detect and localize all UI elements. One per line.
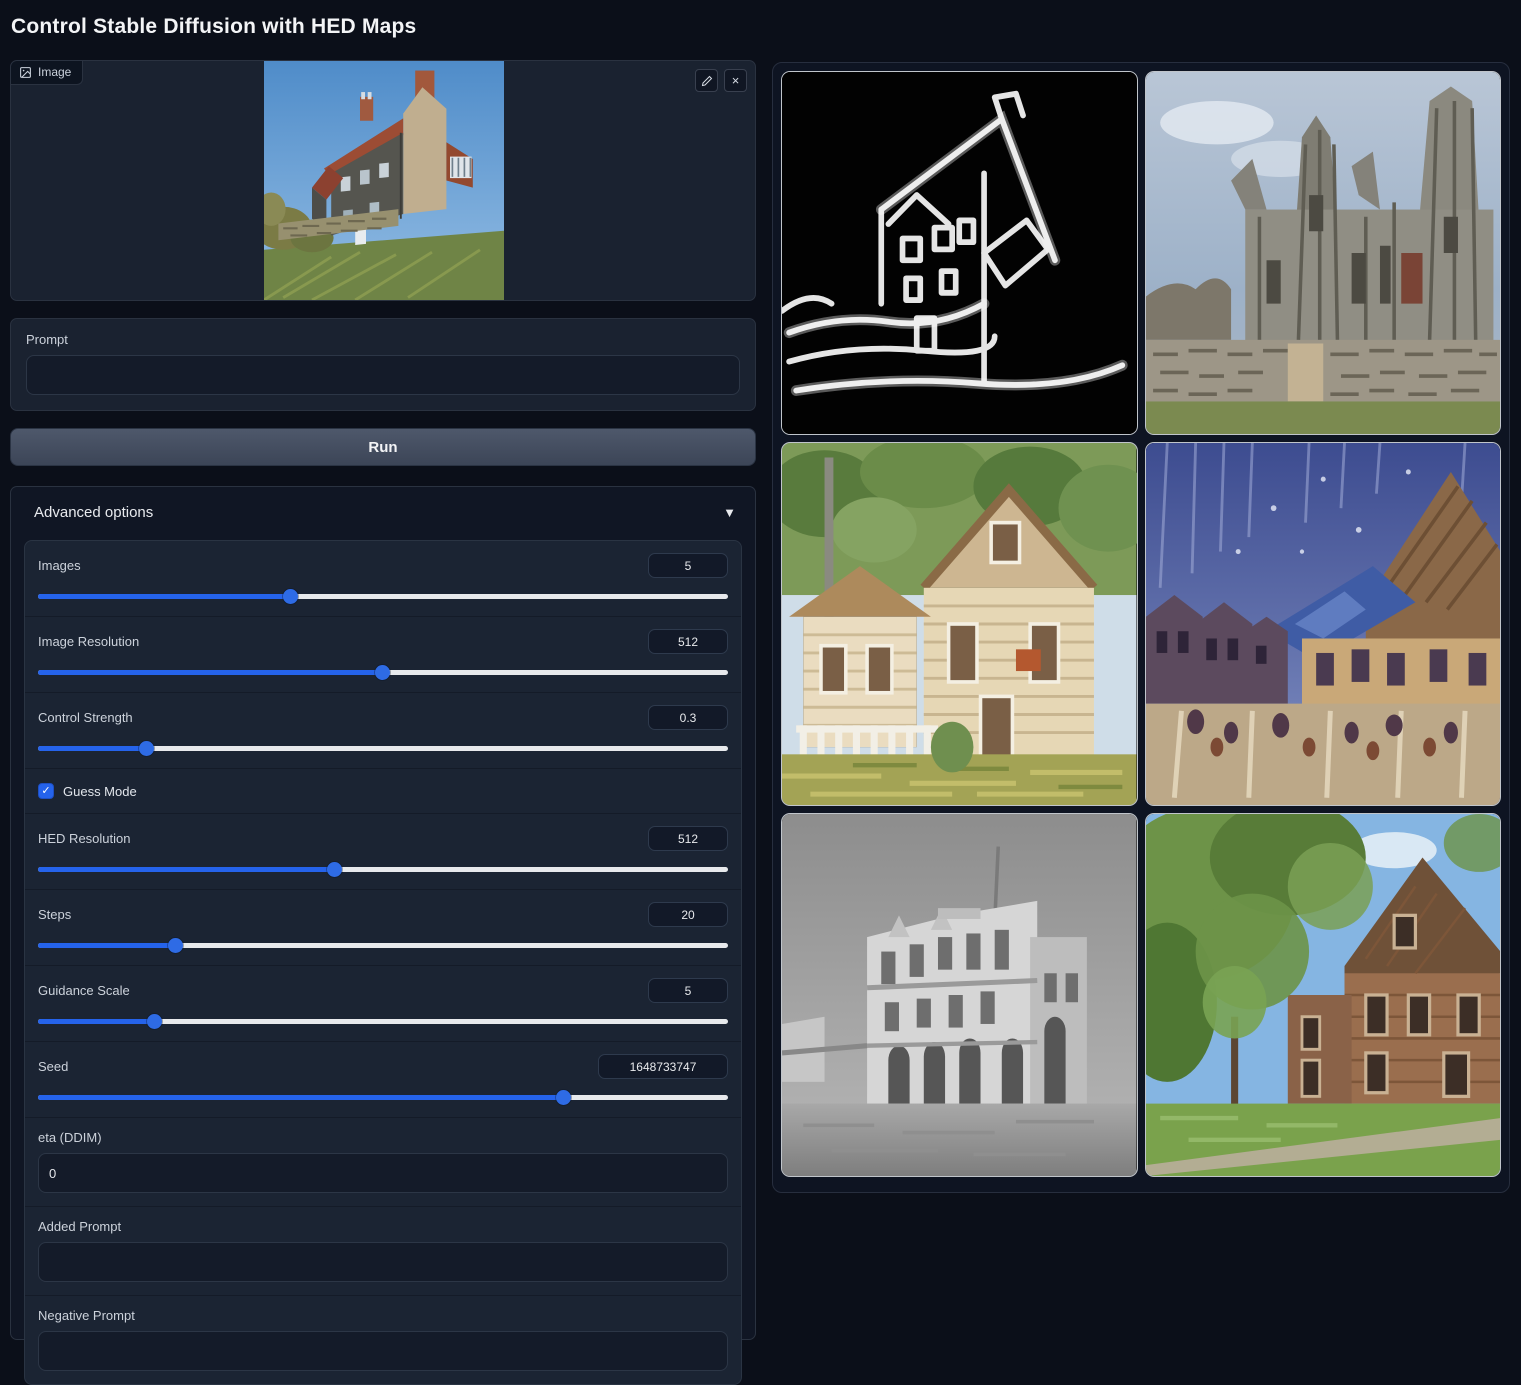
added-prompt-row: Added Prompt bbox=[25, 1207, 741, 1296]
slider-row-image-resolution: Image Resolution bbox=[25, 617, 741, 693]
hed-resolution-slider[interactable] bbox=[38, 862, 728, 876]
gallery-item-grayscale-building[interactable] bbox=[781, 813, 1138, 1177]
guess-mode-row: ✓ Guess Mode bbox=[25, 769, 741, 814]
slider-label: Image Resolution bbox=[38, 634, 139, 649]
advanced-options-title: Advanced options bbox=[34, 504, 153, 521]
eta-label: eta (DDIM) bbox=[38, 1130, 728, 1145]
slider-handle[interactable] bbox=[327, 862, 342, 877]
guess-mode-checkbox[interactable]: ✓ bbox=[38, 783, 54, 799]
slider-label: Images bbox=[38, 558, 81, 573]
eta-row: eta (DDIM) bbox=[25, 1118, 741, 1207]
slider-handle[interactable] bbox=[139, 741, 154, 756]
slider-handle[interactable] bbox=[147, 1014, 162, 1029]
slider-row-seed: Seed bbox=[25, 1042, 741, 1118]
gallery-item-hed-edge-map[interactable] bbox=[781, 71, 1138, 435]
edit-icon bbox=[701, 75, 713, 87]
gallery-item-painted-wooden-house[interactable] bbox=[781, 442, 1138, 806]
image-icon bbox=[19, 66, 32, 79]
negative-prompt-row: Negative Prompt bbox=[25, 1296, 741, 1384]
prompt-block: Prompt bbox=[10, 318, 756, 411]
impressionist-house-image bbox=[1146, 443, 1501, 805]
slider-label: Control Strength bbox=[38, 710, 133, 725]
seed-slider[interactable] bbox=[38, 1090, 728, 1104]
clear-image-button[interactable]: × bbox=[724, 69, 747, 92]
images-slider[interactable] bbox=[38, 589, 728, 603]
guidance-scale-slider[interactable] bbox=[38, 1014, 728, 1028]
image-resolution-slider[interactable] bbox=[38, 665, 728, 679]
steps-slider[interactable] bbox=[38, 938, 728, 952]
guidance-scale-value-input[interactable] bbox=[648, 978, 728, 1003]
run-button[interactable]: Run bbox=[10, 428, 756, 466]
edit-image-button[interactable] bbox=[695, 69, 718, 92]
page-title: Control Stable Diffusion with HED Maps bbox=[11, 15, 416, 39]
hed-resolution-value-input[interactable] bbox=[648, 826, 728, 851]
seed-value-input[interactable] bbox=[598, 1054, 728, 1079]
negative-prompt-input[interactable] bbox=[38, 1331, 728, 1371]
steps-value-input[interactable] bbox=[648, 902, 728, 927]
slider-label: Seed bbox=[38, 1059, 68, 1074]
manor-house-photo bbox=[264, 61, 504, 300]
eta-input[interactable] bbox=[38, 1153, 728, 1193]
slider-row-steps: Steps bbox=[25, 890, 741, 966]
painted-wooden-house-image bbox=[782, 443, 1137, 805]
added-prompt-label: Added Prompt bbox=[38, 1219, 728, 1234]
images-value-input[interactable] bbox=[648, 553, 728, 578]
control-strength-value-input[interactable] bbox=[648, 705, 728, 730]
chevron-down-icon: ▼ bbox=[723, 505, 736, 520]
slider-row-control-strength: Control Strength bbox=[25, 693, 741, 769]
slider-handle[interactable] bbox=[375, 665, 390, 680]
negative-prompt-label: Negative Prompt bbox=[38, 1308, 728, 1323]
advanced-options-accordion: Advanced options ▼ Images Image Resoluti… bbox=[10, 486, 756, 1340]
prompt-label: Prompt bbox=[26, 332, 740, 347]
gothic-cathedral-image bbox=[1146, 72, 1501, 434]
hed-edge-map-image bbox=[782, 72, 1137, 434]
slider-row-images: Images bbox=[25, 541, 741, 617]
added-prompt-input[interactable] bbox=[38, 1242, 728, 1282]
advanced-options-header[interactable]: Advanced options ▼ bbox=[24, 500, 742, 523]
slider-row-guidance-scale: Guidance Scale bbox=[25, 966, 741, 1042]
slider-handle[interactable] bbox=[556, 1090, 571, 1105]
guess-mode-label: Guess Mode bbox=[63, 784, 137, 799]
image-upload-block[interactable]: Image × bbox=[10, 60, 756, 301]
slider-row-hed-resolution: HED Resolution bbox=[25, 814, 741, 890]
gallery-item-brick-house[interactable] bbox=[1145, 813, 1502, 1177]
gallery-item-gothic-cathedral[interactable] bbox=[1145, 71, 1502, 435]
image-component-label: Image bbox=[11, 61, 83, 85]
prompt-input[interactable] bbox=[26, 355, 740, 395]
output-gallery bbox=[772, 62, 1510, 1193]
slider-label: HED Resolution bbox=[38, 831, 131, 846]
slider-label: Steps bbox=[38, 907, 71, 922]
image-resolution-value-input[interactable] bbox=[648, 629, 728, 654]
gallery-item-impressionist-house[interactable] bbox=[1145, 442, 1502, 806]
slider-handle[interactable] bbox=[283, 589, 298, 604]
slider-label: Guidance Scale bbox=[38, 983, 130, 998]
slider-handle[interactable] bbox=[168, 938, 183, 953]
advanced-options-group: Images Image Resolution Control Strength bbox=[24, 540, 742, 1385]
brick-house-image bbox=[1146, 814, 1501, 1176]
grayscale-building-image bbox=[782, 814, 1137, 1176]
control-strength-slider[interactable] bbox=[38, 741, 728, 755]
uploaded-image-preview[interactable] bbox=[264, 61, 504, 300]
clear-icon: × bbox=[732, 73, 740, 88]
